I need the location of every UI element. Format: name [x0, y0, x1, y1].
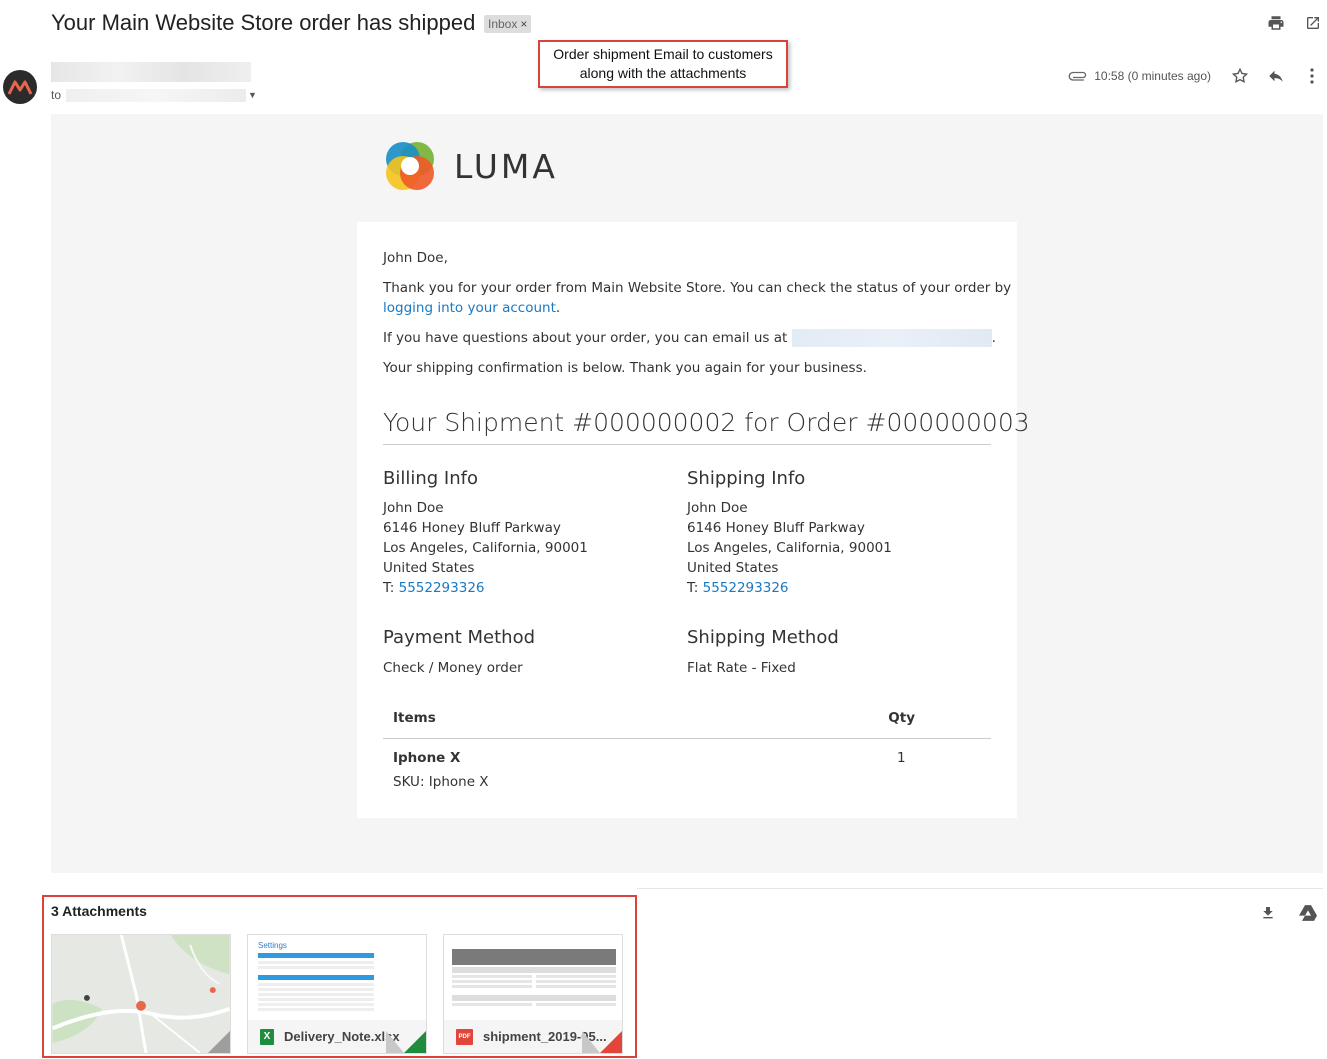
payment-method-value: Check / Money order: [383, 660, 523, 676]
email-subject: Your Main Website Store order has shippe…: [51, 10, 476, 35]
luma-logo-icon: [386, 142, 434, 190]
thumb-corner-fold: [386, 1031, 404, 1053]
remove-label-icon[interactable]: ×: [520, 17, 527, 31]
billing-country: United States: [383, 560, 475, 576]
billing-city: Los Angeles, California, 90001: [383, 540, 588, 556]
download-all-icon[interactable]: [1257, 902, 1279, 924]
sender-avatar[interactable]: [3, 70, 37, 104]
message-time: 10:58 (0 minutes ago): [1094, 69, 1211, 83]
map-preview-image: [52, 935, 230, 1053]
message-meta: 10:58 (0 minutes ago): [1068, 65, 1327, 87]
pdf-preview-image: [444, 935, 622, 1025]
attachment-actions: [1239, 902, 1319, 924]
reply-icon[interactable]: [1265, 65, 1287, 87]
billing-phone-prefix: T:: [383, 580, 395, 596]
drive-icon[interactable]: [1297, 902, 1319, 924]
callout-line-2: along with the attachments: [579, 65, 747, 81]
star-icon[interactable]: [1229, 65, 1251, 87]
shipping-phone-prefix: T:: [687, 580, 699, 596]
items-column-header: Items: [393, 710, 436, 726]
billing-address: John Doe 6146 Honey Bluff Parkway Los An…: [383, 498, 588, 598]
payment-method-heading: Payment Method: [383, 627, 536, 648]
thanks-paragraph: Thank you for your order from Main Websi…: [383, 278, 1011, 318]
sender-name-redacted: [51, 62, 251, 82]
shipping-method-value: Flat Rate - Fixed: [687, 660, 796, 676]
print-icon[interactable]: [1265, 12, 1287, 34]
shipping-address: John Doe 6146 Honey Bluff Parkway Los An…: [687, 498, 892, 598]
items-table-header: Items Qty: [383, 706, 991, 739]
shipping-heading: Shipping Info: [687, 468, 806, 489]
billing-name: John Doe: [383, 500, 444, 516]
qty-column-header: Qty: [888, 710, 915, 726]
shipping-country: United States: [687, 560, 779, 576]
shipping-street: 6146 Honey Bluff Parkway: [687, 520, 865, 536]
brand-name: LUMA: [454, 146, 558, 186]
spreadsheet-preview-title: Settings: [258, 941, 287, 950]
inbox-label-chip[interactable]: Inbox ×: [484, 15, 532, 33]
attachment-filename-xlsx: Delivery_Note.xlsx: [284, 1029, 400, 1044]
luma-logo: LUMA: [383, 139, 558, 193]
thumb-corner-fold: [208, 1031, 230, 1053]
attachments-title: 3 Attachments: [51, 903, 147, 919]
thumb-corner-fold: [582, 1031, 600, 1053]
shipping-name: John Doe: [687, 500, 748, 516]
shipping-city: Los Angeles, California, 90001: [687, 540, 892, 556]
more-vert-icon[interactable]: [1301, 65, 1323, 87]
billing-street: 6146 Honey Bluff Parkway: [383, 520, 561, 536]
thanks-text: Thank you for your order from Main Websi…: [383, 280, 1012, 296]
attachment-thumbnail-pdf[interactable]: PDF shipment_2019-05...: [443, 934, 623, 1054]
paperclip-icon: [1068, 69, 1088, 84]
inbox-label-text: Inbox: [488, 17, 518, 31]
confirmation-text: Your shipping confirmation is below. Tha…: [383, 360, 867, 376]
item-sku: SKU: Iphone X: [393, 774, 489, 790]
account-login-link[interactable]: logging into your account: [383, 300, 556, 316]
greeting: John Doe,: [383, 250, 448, 266]
questions-period: .: [991, 330, 996, 346]
billing-phone-link[interactable]: 5552293326: [399, 580, 485, 596]
item-name: Iphone X: [393, 750, 461, 766]
xlsx-corner-badge: [404, 1031, 426, 1053]
questions-paragraph: If you have questions about your order, …: [383, 328, 998, 348]
pdf-corner-badge: [600, 1031, 622, 1053]
account-link-period: .: [555, 300, 561, 316]
questions-text: If you have questions about your order, …: [383, 330, 788, 346]
email-content-card: John Doe, Thank you for your order from …: [357, 222, 1030, 818]
excel-file-icon: X: [260, 1028, 274, 1045]
open-in-new-icon[interactable]: [1302, 12, 1324, 34]
shipping-method-heading: Shipping Method: [687, 627, 839, 648]
billing-phone-row: T: 5552293326: [383, 578, 588, 598]
shipment-title: Your Shipment #000000002 for Order #0000…: [383, 408, 1030, 445]
support-email-redacted: [791, 329, 992, 347]
item-qty: 1: [897, 750, 906, 766]
annotation-callout: Order shipment Email to customers along …: [538, 40, 788, 88]
pdf-file-icon: PDF: [456, 1028, 473, 1045]
attachment-thumbnail-xlsx[interactable]: Settings X Delivery_Note.xlsx: [247, 934, 427, 1054]
shipping-phone-link[interactable]: 5552293326: [703, 580, 789, 596]
attachment-thumbnail-map[interactable]: [51, 934, 231, 1054]
callout-line-1: Order shipment Email to customers: [553, 46, 773, 62]
attachments-divider: [637, 888, 1323, 889]
to-label: to: [51, 88, 62, 102]
recipient-row: to ▼: [51, 88, 257, 102]
recipient-details-dropdown-icon[interactable]: ▼: [248, 90, 257, 100]
shipping-phone-row: T: 5552293326: [687, 578, 892, 598]
billing-heading: Billing Info: [383, 468, 478, 489]
recipient-redacted: [66, 88, 247, 102]
